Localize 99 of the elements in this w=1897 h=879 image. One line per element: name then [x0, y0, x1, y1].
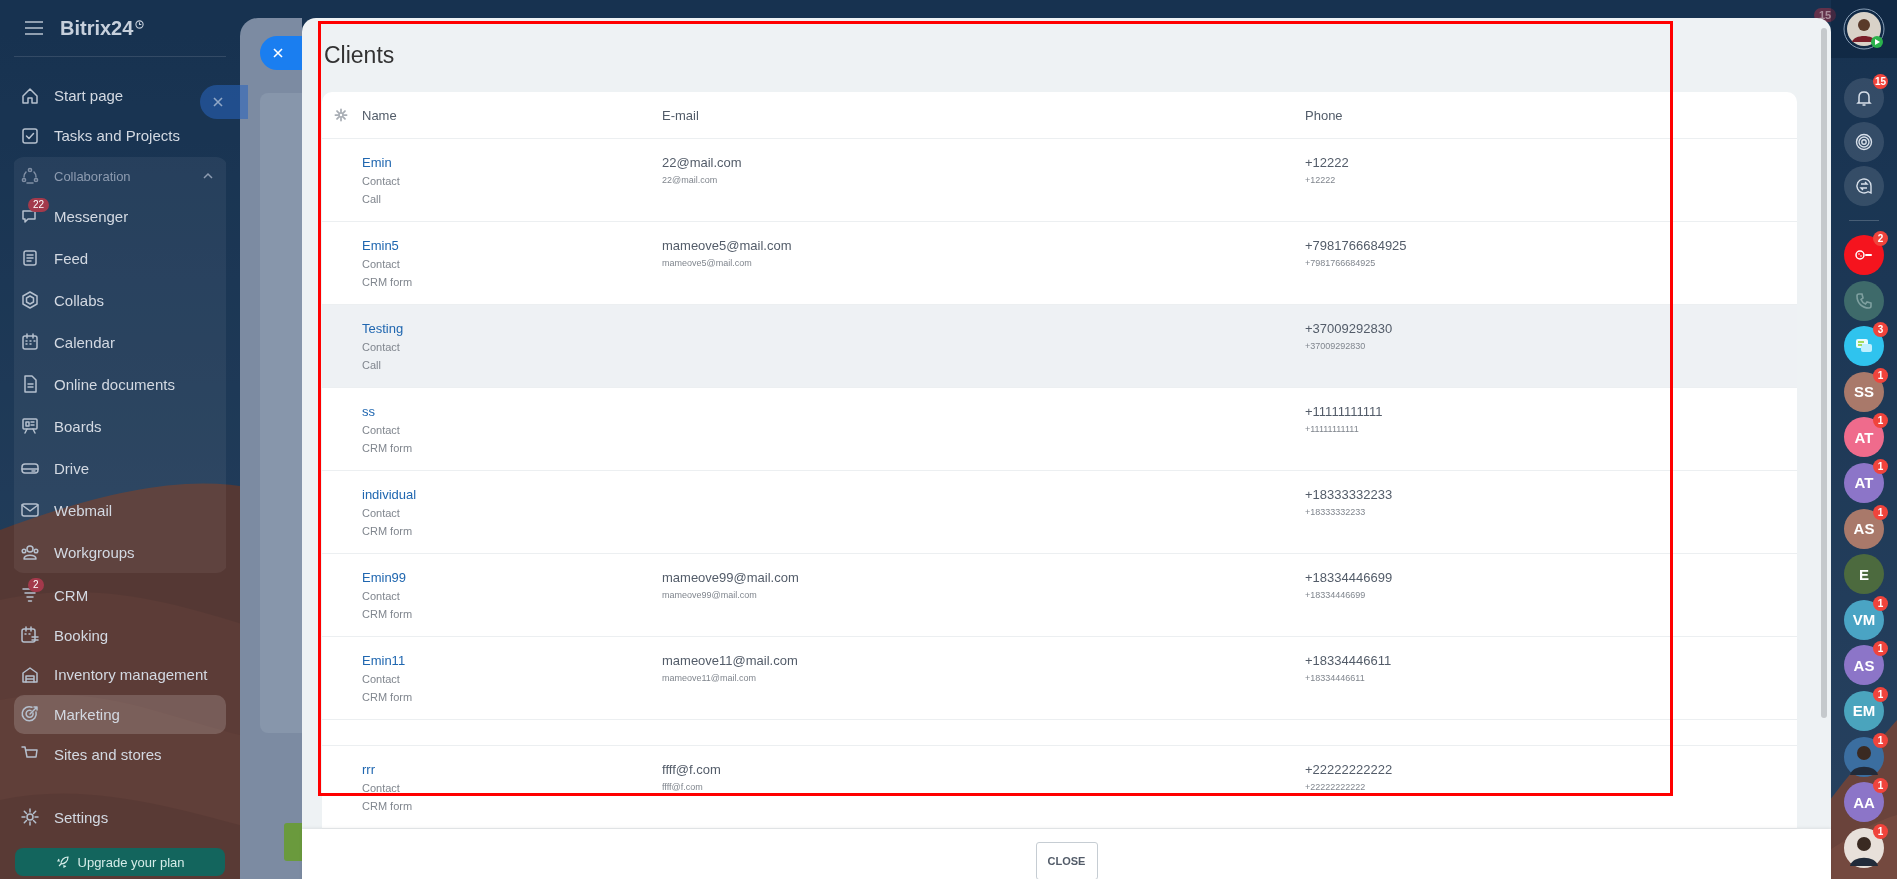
client-name-link[interactable]: Emin11 — [362, 651, 406, 670]
column-header[interactable]: E-mail — [662, 107, 699, 123]
group-header[interactable]: Collaboration — [14, 157, 226, 196]
entity-type-text: Contact — [362, 340, 400, 355]
sidebar-item[interactable]: Marketing — [14, 694, 226, 735]
hexagon-icon — [20, 290, 40, 311]
sidebar-item[interactable]: Tasks and Projects — [14, 115, 226, 156]
phone-text: +7981766684925 — [1305, 237, 1407, 255]
entity-type-text: Contact — [362, 174, 400, 189]
client-name-link[interactable]: ss — [362, 402, 375, 421]
email-text: mameove5@mail.com — [662, 237, 792, 255]
phone-caption: +18334446611 — [1305, 672, 1365, 685]
calendar-list-icon — [20, 625, 40, 645]
source-text: CRM form — [362, 607, 413, 622]
sidebar-item[interactable]: Inventory management — [14, 654, 226, 695]
phone-caption: +18333332233 — [1305, 506, 1366, 519]
email-text: mameove11@mail.com — [662, 652, 798, 670]
column-header[interactable]: Phone — [1305, 107, 1343, 123]
source-text: CRM form — [362, 524, 413, 539]
phone-text: +11111111111 — [1305, 403, 1383, 421]
menu-icon[interactable] — [24, 20, 44, 36]
email-text: ffff@f.com — [662, 761, 721, 779]
sidebar-item[interactable]: Drive — [14, 447, 226, 490]
phone-icon — [1854, 290, 1874, 311]
rocket-icon — [55, 855, 70, 869]
close-button[interactable] — [200, 85, 248, 119]
entity-type-text: Contact — [362, 423, 400, 438]
upgrade-button[interactable]: Upgrade your plan — [15, 848, 225, 876]
email-caption: mameove99@mail.com — [662, 589, 757, 602]
document-icon — [20, 248, 40, 269]
sidebar-item[interactable]: Messenger 22 — [14, 195, 226, 238]
entity-type-text: Contact — [362, 672, 400, 687]
people-icon — [20, 542, 40, 563]
phone-text: +37009292830 — [1305, 320, 1393, 338]
close-button[interactable]: CLOSE — [1035, 841, 1098, 879]
phone-caption: +37009292830 — [1305, 340, 1366, 353]
source-text: Call — [362, 192, 381, 207]
phone-text: +18334446611 — [1305, 652, 1392, 670]
source-text: CRM form — [362, 441, 413, 456]
phone-caption: +11111111111 — [1305, 423, 1359, 436]
settings-icon[interactable] — [334, 108, 348, 122]
sidebar-item[interactable]: CRM 2 — [14, 575, 226, 616]
phone-caption: +22222222222 — [1305, 781, 1366, 794]
sidebar-item[interactable]: Booking — [14, 615, 226, 655]
client-name-link[interactable]: rrr — [362, 760, 375, 779]
user-avatar-drawing[interactable] — [1843, 8, 1885, 50]
calendar-icon — [20, 332, 40, 353]
chat-swap-icon[interactable] — [1844, 166, 1884, 206]
client-name-link[interactable]: Testing — [362, 319, 404, 338]
dialog-title: Clients — [323, 41, 396, 70]
client-name-link[interactable]: Emin99 — [362, 568, 407, 587]
phone-text: +18334446699 — [1305, 569, 1393, 587]
checkbox-icon — [20, 125, 40, 146]
client-name-link[interactable]: individual — [362, 485, 417, 504]
sidebar-item[interactable]: Boards — [14, 405, 226, 448]
settings-icon — [20, 807, 40, 827]
entity-type-text: Contact — [362, 589, 400, 604]
entity-type-text: Contact — [362, 506, 400, 521]
phone-caption: +12222 — [1305, 174, 1336, 187]
email-text: 22@mail.com — [662, 154, 742, 172]
phone-text: +22222222222 — [1305, 761, 1393, 779]
email-caption: 22@mail.com — [662, 174, 718, 187]
sidebar-item[interactable]: Collabs — [14, 279, 226, 322]
email-caption: mameove5@mail.com — [662, 257, 752, 270]
entity-type-text: Contact — [362, 781, 400, 796]
spiral-icon[interactable] — [1844, 122, 1884, 162]
close-icon — [272, 47, 284, 59]
email-text: mameove99@mail.com — [662, 569, 799, 587]
board-icon — [20, 416, 40, 437]
column-header[interactable]: Name — [362, 107, 397, 123]
phone-caption: +7981766684925 — [1305, 257, 1376, 270]
sidebar-item[interactable]: Feed — [14, 237, 226, 280]
client-name-link[interactable]: Emin5 — [362, 236, 399, 255]
entity-type-text: Contact — [362, 257, 400, 272]
logo[interactable]: Bitrix24 — [60, 16, 145, 40]
phone-text: +12222 — [1305, 154, 1349, 172]
sidebar-item[interactable]: Online documents — [14, 363, 226, 406]
phone-caption: +18334446699 — [1305, 589, 1366, 602]
phone-text: +18333332233 — [1305, 486, 1393, 504]
bell-icon — [1854, 88, 1874, 108]
sidebar-item[interactable]: Settings — [14, 796, 226, 838]
button-edge — [284, 823, 302, 861]
source-text: CRM form — [362, 799, 413, 814]
sidebar-item[interactable]: Sites and stores — [14, 734, 226, 774]
source-text: CRM form — [362, 690, 413, 705]
scrollbar[interactable] — [1821, 28, 1827, 718]
network-icon — [20, 166, 40, 187]
email-caption: ffff@f.com — [662, 781, 703, 794]
source-text: CRM form — [362, 275, 413, 290]
client-name-link[interactable]: Emin — [362, 153, 392, 172]
sidebar-item[interactable]: Webmail — [14, 489, 226, 532]
sidebar-item[interactable]: Start page — [14, 76, 226, 116]
close-icon — [212, 96, 224, 108]
source-text: Call — [362, 358, 381, 373]
sidebar-item[interactable]: Calendar — [14, 321, 226, 364]
email-caption: mameove11@mail.com — [662, 672, 756, 685]
sidebar-item[interactable]: Workgroups — [14, 531, 226, 574]
warehouse-icon — [20, 664, 40, 685]
home-icon — [20, 85, 40, 106]
